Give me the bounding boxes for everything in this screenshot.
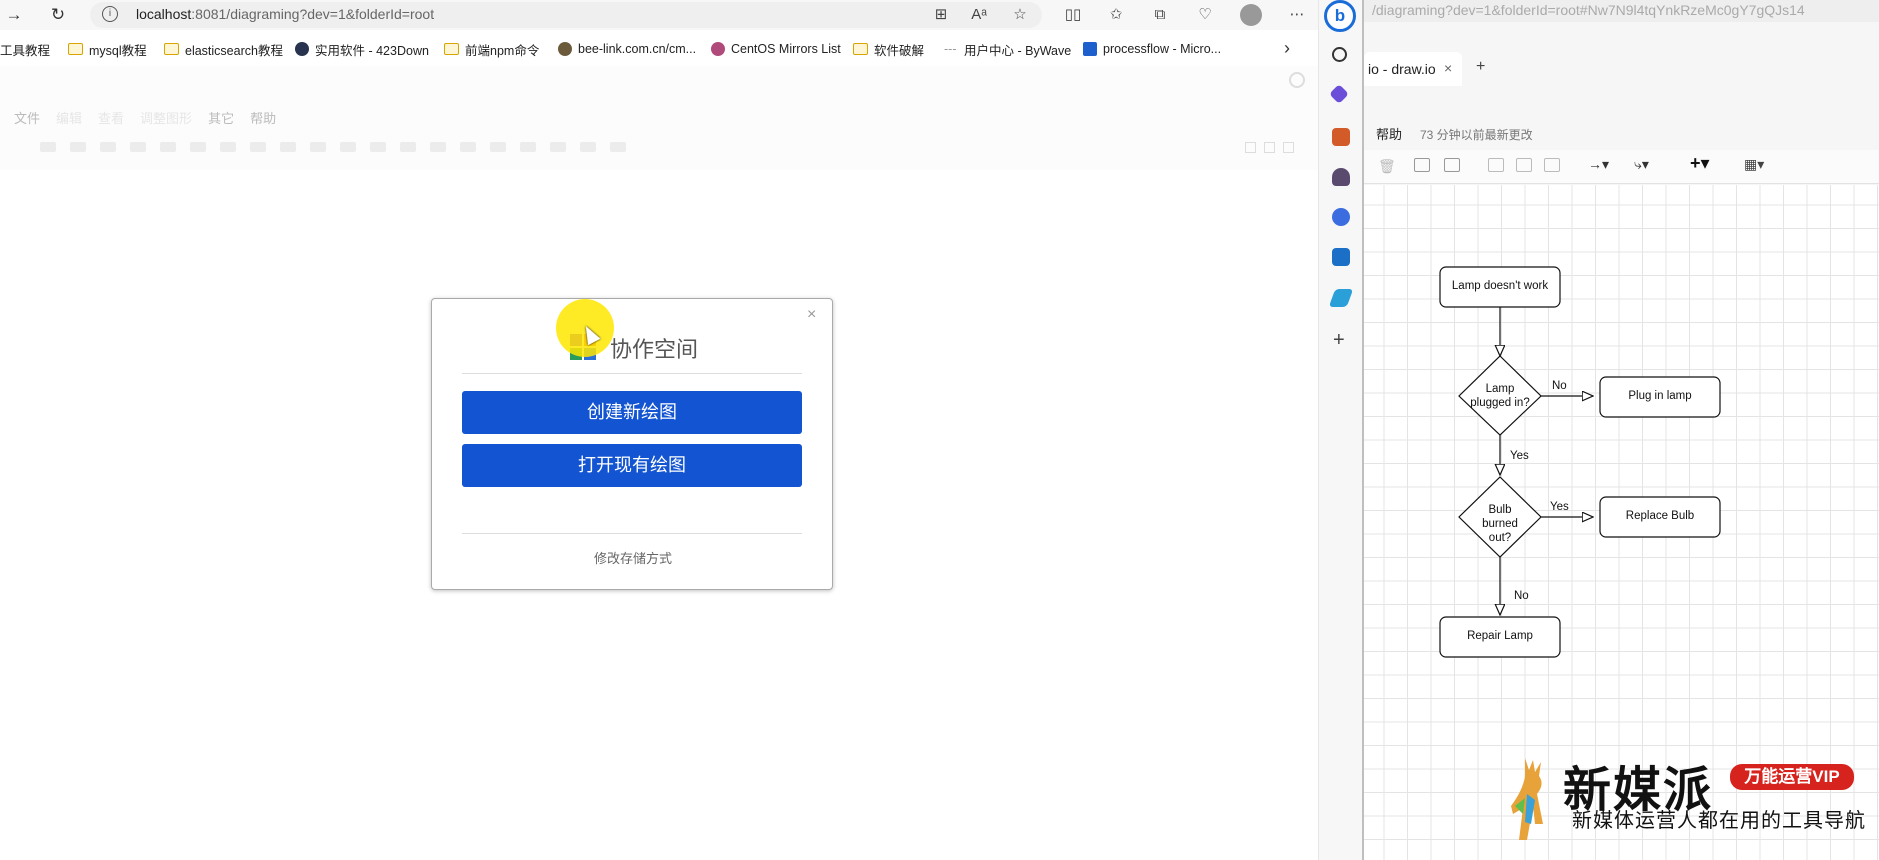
bookmark-item[interactable]: 前端npm命令 [444,40,539,58]
send-icon[interactable] [1328,289,1354,307]
deer-logo-icon [1511,758,1543,840]
bookmark-item[interactable]: 软件破解 [853,40,924,58]
menu-extras[interactable]: 其它 [208,108,234,127]
fill-color-icon[interactable] [1488,158,1504,172]
watermark-subtitle: 新媒体运营人都在用的工具导航 [1572,810,1866,832]
url-text[interactable]: localhost:8081/diagraming?dev=1&folderId… [136,6,434,22]
toolbar-faded [40,142,626,152]
menu-help[interactable]: 帮助 [250,108,276,127]
menu-edit[interactable]: 编辑 [56,108,82,127]
bookmark-item[interactable]: processflow - Micro... [1083,40,1221,58]
node-label: Replace Bulb [1625,510,1695,522]
tools-icon[interactable] [1332,128,1350,146]
shadow-icon[interactable] [1544,158,1560,172]
shopping-tag-icon[interactable] [1329,84,1349,104]
browser-essentials-icon[interactable]: ♡ [1194,4,1216,26]
edge-label: Yes [1510,450,1529,462]
watermark-badge: 万能运营VIP [1730,764,1854,790]
drawio-browser-window: /diagraming?dev=1&folderId=root#Nw7N9l4t… [1362,0,1879,860]
folder-icon [444,43,459,55]
node-label: Bulb burned out? [1482,504,1518,544]
add-icon[interactable]: + [1333,329,1345,352]
site-icon [295,42,309,56]
dialog-title: 协作空间 [610,337,699,362]
divider [462,533,802,534]
apps-icon[interactable]: ⊞ [930,4,952,26]
url-text[interactable]: /diagraming?dev=1&folderId=root#Nw7N9l4t… [1364,0,1879,22]
open-existing-diagram-button[interactable]: 打开现有绘图 [462,444,802,487]
edge-label: No [1514,590,1529,602]
read-aloud-icon[interactable]: Aᵃ [968,4,990,26]
more-menu-icon[interactable]: ⋯ [1286,4,1308,26]
folder-icon [853,43,868,55]
last-change-status[interactable]: 73 分钟以前最新更改 [1420,126,1533,143]
bookmark-item[interactable]: bee-link.com.cn/cm... [558,40,696,58]
new-tab-icon[interactable]: + [1476,58,1485,76]
site-icon: --- [944,42,957,56]
to-back-icon[interactable] [1444,158,1460,172]
forward-icon[interactable]: → [2,3,26,27]
drawio-toolbar [1364,150,1879,184]
office-icon[interactable] [1332,208,1350,226]
delete-icon[interactable]: 🗑 [1378,158,1396,174]
fullscreen-controls-faded [1245,142,1294,153]
waypoints-icon[interactable]: ⤷▾ [1634,156,1649,173]
divider [462,373,802,374]
theme-icon[interactable] [1289,72,1305,88]
bookmark-item[interactable]: CentOS Mirrors List [711,40,841,58]
create-new-diagram-button[interactable]: 创建新绘图 [462,391,802,434]
bookmark-item[interactable]: 工具教程 [0,40,50,58]
split-screen-icon[interactable]: ▯▯ [1062,4,1084,26]
bookmark-item[interactable]: elasticsearch教程 [164,40,283,58]
node-label: Lamp plugged in? [1470,383,1530,409]
bookmark-item[interactable]: mysql教程 [68,40,147,58]
storage-dialog: × 协作空间 创建新绘图 打开现有绘图 修改存储方式 [431,298,833,590]
favorite-star-icon[interactable]: ☆ [1009,4,1031,26]
close-tab-icon[interactable]: × [1444,60,1452,76]
insert-icon[interactable]: +▾ [1690,153,1710,174]
azure-icon [1083,42,1097,56]
edge-label: Yes [1550,501,1569,513]
menu-file[interactable]: 文件 [14,108,40,127]
change-storage-link[interactable]: 修改存储方式 [432,548,834,567]
refresh-icon[interactable]: ↻ [46,3,70,27]
outlook-icon[interactable] [1332,248,1350,266]
site-icon [558,42,572,56]
app-menu-faded: 文件 编辑 查看 调整图形 其它 帮助 [14,108,276,127]
menu-view[interactable]: 查看 [98,108,124,127]
profile-avatar[interactable] [1240,4,1262,26]
node-label: Lamp doesn't work [1451,280,1549,292]
favorites-icon[interactable]: ✩ [1105,4,1127,26]
collections-icon[interactable]: ⧉ [1149,4,1171,26]
bookmarks-bar: 工具教程 mysql教程 elasticsearch教程 实用软件 - 423D… [0,34,1310,64]
edge-sidebar: + [1318,0,1362,860]
address-bar-row: → ↻ i localhost:8081/diagraming?dev=1&fo… [0,0,1362,30]
folder-icon [164,43,179,55]
node-label: Repair Lamp [1467,630,1533,642]
connection-arrow-icon[interactable]: →▾ [1588,156,1609,173]
close-icon[interactable]: × [807,306,816,324]
site-info-icon[interactable]: i [102,6,118,22]
edge-label: No [1552,380,1567,392]
line-color-icon[interactable] [1516,158,1532,172]
search-icon[interactable] [1332,47,1347,62]
games-icon[interactable] [1332,168,1350,186]
folder-icon [68,43,83,55]
bookmark-item[interactable]: 实用软件 - 423Down [295,40,429,58]
to-front-icon[interactable] [1414,158,1430,172]
bookmark-item[interactable]: --- 用户中心 - ByWave [944,40,1071,58]
main-browser-window: → ↻ i localhost:8081/diagraming?dev=1&fo… [0,0,1362,860]
menu-help[interactable]: 帮助 [1376,124,1402,143]
node-label: Plug in lamp [1628,390,1692,402]
chevron-right-icon[interactable]: › [1284,38,1290,59]
table-icon[interactable]: ▦▾ [1744,156,1764,173]
bing-copilot-icon[interactable]: b [1324,0,1356,32]
menu-arrange[interactable]: 调整图形 [140,108,192,127]
site-icon [711,42,725,56]
